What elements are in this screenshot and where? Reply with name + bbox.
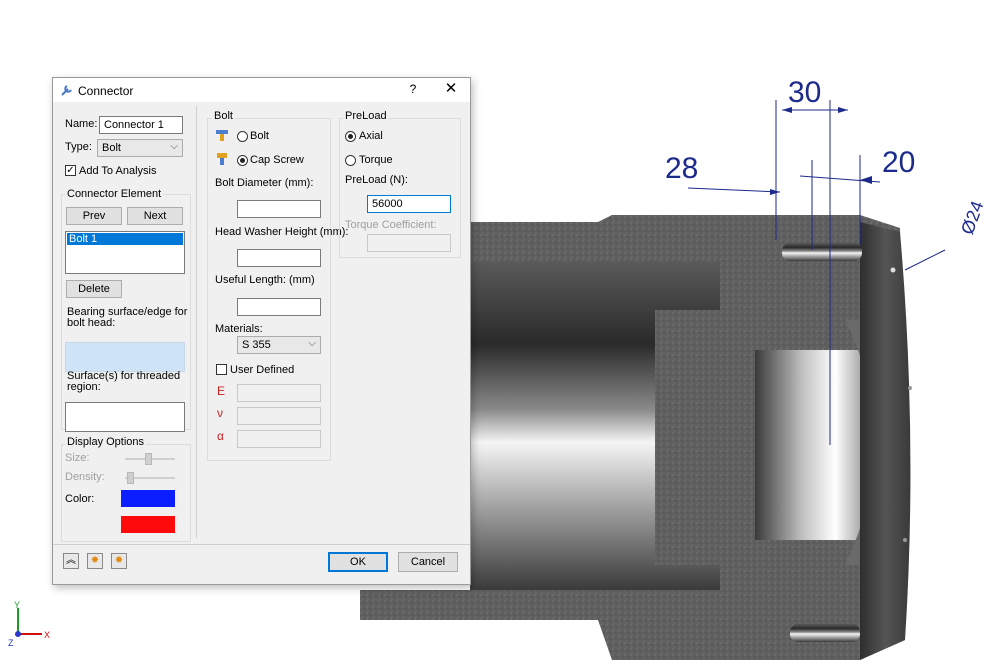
- dialog-title: Connector: [78, 84, 134, 98]
- density-label: Density:: [65, 471, 105, 483]
- size-label: Size:: [65, 452, 90, 464]
- preload-label: PreLoad (N):: [345, 174, 408, 186]
- sun-icon: ✸: [90, 555, 100, 566]
- tool-button-2[interactable]: ✹: [111, 553, 127, 569]
- list-item[interactable]: Bolt 1: [67, 233, 183, 245]
- top-pin: [782, 243, 862, 261]
- tool-button-1[interactable]: ✸: [87, 553, 103, 569]
- dim-28: 28: [665, 152, 698, 185]
- bolt-diameter-label: Bolt Diameter (mm):: [215, 177, 314, 189]
- axis-triad: Y X Z: [6, 600, 56, 650]
- torque-radio-label: Torque: [359, 154, 393, 166]
- axial-radio[interactable]: [345, 131, 356, 142]
- next-button[interactable]: Next: [127, 207, 183, 225]
- bolt-group-title: Bolt: [212, 110, 235, 122]
- connector-list[interactable]: Bolt 1: [65, 231, 185, 274]
- footer-separator: [53, 544, 470, 545]
- user-defined-label: User Defined: [230, 364, 295, 376]
- close-button[interactable]: ✕: [442, 80, 460, 98]
- color-swatch-primary[interactable]: [121, 490, 175, 507]
- collapse-button[interactable]: ︽: [63, 553, 79, 569]
- delete-button[interactable]: Delete: [66, 280, 122, 298]
- bottom-pin: [790, 624, 860, 642]
- dim-30: 30: [788, 76, 821, 109]
- axis-z-label: Z: [8, 638, 14, 648]
- connector-icon: [59, 82, 75, 98]
- axis-x-label: X: [44, 630, 50, 640]
- bolt-radio-label: Bolt: [250, 130, 269, 142]
- color-swatch-secondary[interactable]: [121, 516, 175, 533]
- bearing-label-2: bolt head:: [67, 317, 116, 329]
- connector-dialog: Connector ? ✕ Name: Connector 1 Type: Bo…: [52, 77, 471, 585]
- threaded-surface-field[interactable]: [65, 402, 185, 432]
- chevron-up-icon: ︽: [66, 555, 76, 566]
- materials-label: Materials:: [215, 323, 263, 335]
- chevron-down-icon: ⌵: [308, 338, 316, 349]
- surfaces-label-2: region:: [67, 381, 101, 393]
- name-label: Name:: [65, 118, 98, 130]
- axial-radio-label: Axial: [359, 130, 383, 142]
- ok-button[interactable]: OK: [328, 552, 388, 572]
- bolt-type-icon: [215, 128, 229, 142]
- bearing-surface-field[interactable]: [65, 342, 185, 372]
- cap-screw-radio-label: Cap Screw: [250, 154, 304, 166]
- nu-input[interactable]: [237, 407, 321, 425]
- size-slider[interactable]: [145, 453, 152, 465]
- bolt-diameter-input[interactable]: [237, 200, 321, 218]
- dim-d24: Ø24: [957, 198, 987, 237]
- right-bore: [755, 350, 870, 540]
- useful-length-input[interactable]: [237, 298, 321, 316]
- name-input[interactable]: Connector 1: [99, 116, 183, 134]
- type-label: Type:: [65, 141, 92, 153]
- dialog-titlebar[interactable]: Connector ? ✕: [53, 78, 470, 102]
- torque-coefficient-label: Torque Coefficient:: [345, 219, 437, 231]
- type-select-value: Bolt: [102, 142, 121, 154]
- e-label: E: [217, 384, 226, 398]
- flange: [860, 222, 911, 660]
- cap-screw-radio[interactable]: [237, 155, 248, 166]
- preload-input[interactable]: 56000: [367, 195, 451, 213]
- density-slider[interactable]: [127, 472, 134, 484]
- add-to-analysis-checkbox[interactable]: ✓: [65, 165, 76, 176]
- washer-height-input[interactable]: [237, 249, 321, 267]
- bolt-radio[interactable]: [237, 131, 248, 142]
- nu-label: ν: [217, 406, 223, 420]
- column-separator: [196, 106, 197, 538]
- cancel-button[interactable]: Cancel: [398, 552, 458, 572]
- materials-select-value: S 355: [242, 339, 271, 351]
- cap-screw-icon: [215, 152, 229, 166]
- sun-icon: ✹: [114, 555, 124, 566]
- chevron-down-icon: ⌵: [170, 141, 178, 152]
- alpha-label: α: [217, 429, 224, 443]
- axis-y-label: Y: [14, 600, 20, 610]
- dim-20: 20: [882, 146, 915, 179]
- preload-group-title: PreLoad: [343, 110, 389, 122]
- display-options-title: Display Options: [65, 436, 147, 448]
- type-select[interactable]: Bolt ⌵: [97, 139, 183, 157]
- inner-step: [655, 310, 765, 565]
- user-defined-checkbox[interactable]: [216, 364, 227, 375]
- prev-button[interactable]: Prev: [66, 207, 122, 225]
- help-button[interactable]: ?: [405, 82, 421, 98]
- torque-coefficient-input[interactable]: [367, 234, 451, 252]
- e-input[interactable]: [237, 384, 321, 402]
- add-to-analysis-label: Add To Analysis: [79, 165, 157, 177]
- useful-length-label: Useful Length: (mm): [215, 274, 315, 286]
- color-label: Color:: [65, 493, 95, 505]
- washer-height-label: Head Washer Height (mm):: [215, 226, 349, 238]
- alpha-input[interactable]: [237, 430, 321, 448]
- torque-radio[interactable]: [345, 155, 356, 166]
- materials-select[interactable]: S 355 ⌵: [237, 336, 321, 354]
- connector-element-title: Connector Element: [65, 188, 164, 200]
